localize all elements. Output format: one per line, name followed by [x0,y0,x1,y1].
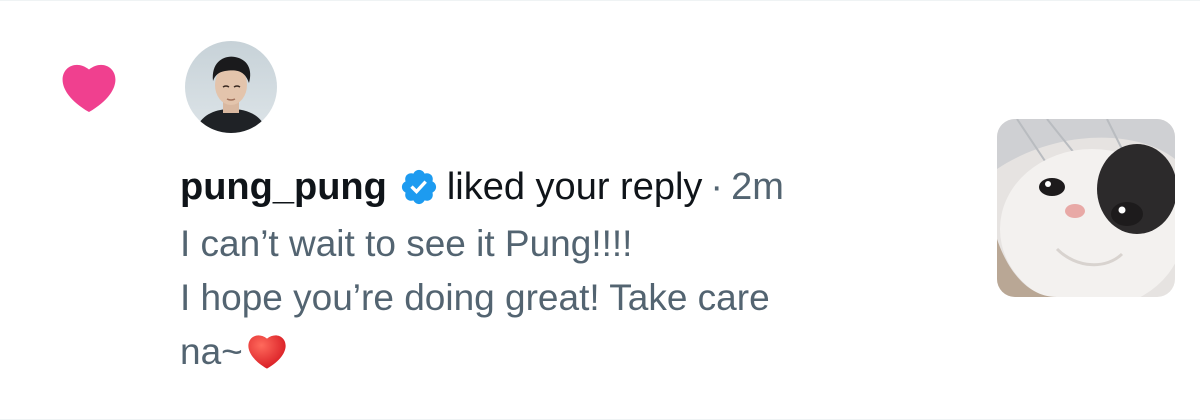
reply-thumbnail[interactable] [997,119,1175,297]
separator: · [710,166,724,208]
action-text: liked your reply [446,166,703,208]
verified-badge-icon [401,169,436,205]
reply-line: na~ [180,325,940,379]
reply-line: I can’t wait to see it Pung!!!! [180,223,633,264]
username[interactable]: pung_pung [180,161,387,213]
timestamp[interactable]: 2m [731,161,784,213]
avatar[interactable] [185,41,277,133]
reply-text[interactable]: I can’t wait to see it Pung!!!! I hope y… [180,217,940,379]
like-notification[interactable]: pung_pung liked your reply · 2m I can’t … [0,0,1200,420]
cat-photo [997,119,1175,297]
reply-line-text: na~ [180,331,243,372]
notification-content: pung_pung liked your reply · 2m I can’t … [180,161,940,379]
notification-header: pung_pung liked your reply · 2m [180,161,940,213]
red-heart-emoji [248,335,286,369]
reply-line: I hope you’re doing great! Take care [180,277,770,318]
user-avatar-image [185,41,277,133]
heart-icon [62,64,116,113]
